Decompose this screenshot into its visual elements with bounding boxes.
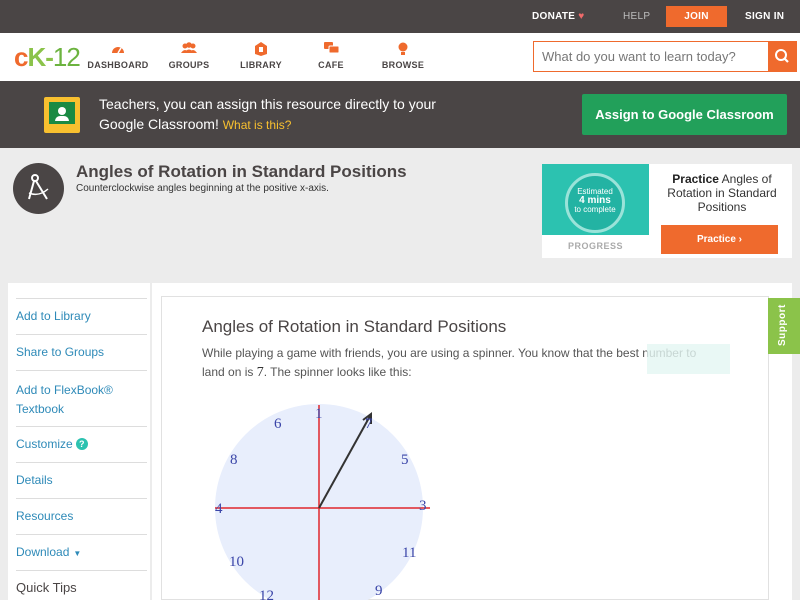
sidebar-resources[interactable]: Resources [16, 509, 139, 523]
practice-title: Practice Angles of Rotation in Standard … [657, 172, 787, 214]
lesson-number: 7 [256, 365, 264, 380]
nav-groups[interactable]: GROUPS [167, 42, 211, 70]
sidebar-customize[interactable]: Customize? [16, 437, 139, 451]
sidebar-add-to-flexbook[interactable]: Add to FlexBook® Textbook [16, 381, 139, 419]
search-button[interactable] [768, 42, 796, 71]
estimate-badge: Estimated 4 mins to complete [565, 173, 625, 233]
practice-title-bold: Practice [672, 172, 719, 186]
help-icon[interactable]: ? [75, 438, 88, 450]
lesson-text-after: . The spinner looks like this: [263, 365, 412, 379]
sidebar-share-to-groups[interactable]: Share to Groups [16, 345, 139, 359]
sidebar: Add to Library Share to Groups Add to Fl… [8, 283, 150, 600]
spinner-label-4: 4 [215, 501, 223, 517]
nav-library-label: LIBRARY [240, 60, 282, 70]
nav-library[interactable]: LIBRARY [239, 42, 283, 70]
nav-groups-label: GROUPS [168, 60, 210, 70]
logo-dash: - [45, 42, 54, 72]
practice-button-label: Practice [696, 234, 736, 245]
chevron-right-icon: › [738, 234, 743, 245]
main-nav: cK-12 DASHBOARD GROUPS LIBRARY CAFE BROW… [0, 33, 800, 81]
dashboard-icon [87, 42, 149, 57]
download-label: Download [16, 545, 70, 559]
sign-in-link[interactable]: SIGN IN [745, 0, 784, 33]
spinner-label-3: 3 [419, 498, 427, 514]
customize-label: Customize [16, 437, 73, 451]
join-button[interactable]: JOIN [666, 6, 727, 27]
sidebar-details[interactable]: Details [16, 473, 139, 487]
spinner-label-9: 9 [375, 583, 383, 599]
practice-card: Estimated 4 mins to complete PROGRESS Pr… [542, 164, 792, 258]
spinner-label-10: 10 [229, 554, 244, 570]
google-classroom-icon [44, 97, 80, 133]
donate-label: DONATE [532, 11, 576, 22]
spinner-label-7: 7 [365, 416, 373, 432]
spinner-label-1: 1 [315, 406, 323, 422]
nav-browse[interactable]: BROWSE [381, 42, 425, 70]
nav-browse-label: BROWSE [381, 60, 425, 70]
support-tab[interactable]: Support [768, 298, 800, 354]
donate-link[interactable]: DONATE ♥ [532, 0, 585, 33]
concept-subtitle: Counterclockwise angles beginning at the… [76, 183, 329, 194]
google-classroom-banner: Teachers, you can assign this resource d… [0, 81, 800, 148]
caret-down-icon: ▼ [73, 549, 82, 558]
nav-dashboard[interactable]: DASHBOARD [87, 42, 149, 70]
annotation-toolbar[interactable] [647, 344, 730, 374]
estimated-mins: 4 mins [579, 195, 611, 206]
progress-label: PROGRESS [567, 241, 623, 251]
quick-tips-heading: Quick Tips [16, 580, 77, 595]
lesson-text: While playing a game with friends, you a… [202, 344, 722, 382]
assign-google-classroom-button[interactable]: Assign to Google Classroom [582, 94, 787, 135]
logo-12: 12 [52, 42, 81, 72]
browse-icon [381, 42, 425, 57]
spinner-figure: 1 7 6 5 8 4 3 10 11 12 9 [215, 404, 430, 600]
help-link[interactable]: HELP [623, 0, 650, 33]
nav-cafe[interactable]: CAFE [316, 42, 346, 70]
sidebar-download[interactable]: Download ▼ [16, 545, 139, 559]
nav-dashboard-label: DASHBOARD [87, 60, 149, 70]
what-is-this-link[interactable]: What is this? [223, 118, 292, 132]
logo-k: K [27, 42, 46, 72]
spinner-label-8: 8 [230, 452, 238, 468]
concept-title: Angles of Rotation in Standard Positions [76, 162, 407, 181]
spinner-label-6: 6 [274, 416, 282, 432]
practice-button[interactable]: Practice › [661, 225, 778, 254]
sidebar-add-to-library[interactable]: Add to Library [16, 309, 139, 323]
ck12-logo[interactable]: cK-12 [14, 42, 81, 73]
spinner-label-5: 5 [401, 452, 409, 468]
groups-icon [167, 42, 211, 57]
textbook-label: Textbook [16, 402, 65, 416]
search-bar [533, 41, 797, 72]
add-to-flexbook-label: Add to FlexBook® [16, 383, 113, 397]
search-input[interactable] [534, 42, 768, 71]
heart-icon: ♥ [578, 11, 585, 22]
top-bar: DONATE ♥ HELP JOIN SIGN IN [0, 0, 800, 33]
practice-progress-graphic: Estimated 4 mins to complete [542, 164, 649, 235]
spinner-label-12: 12 [259, 588, 274, 600]
spinner-label-11: 11 [402, 545, 416, 561]
search-icon [775, 49, 789, 63]
lesson-title: Angles of Rotation in Standard Positions [202, 317, 507, 336]
cafe-icon [316, 42, 346, 57]
to-complete-label: to complete [574, 205, 616, 214]
library-icon [239, 42, 283, 57]
nav-cafe-label: CAFE [318, 60, 344, 70]
compass-icon [13, 163, 64, 214]
logo-c: c [14, 42, 29, 72]
support-label: Support [777, 304, 788, 346]
classroom-message: Teachers, you can assign this resource d… [99, 94, 439, 135]
